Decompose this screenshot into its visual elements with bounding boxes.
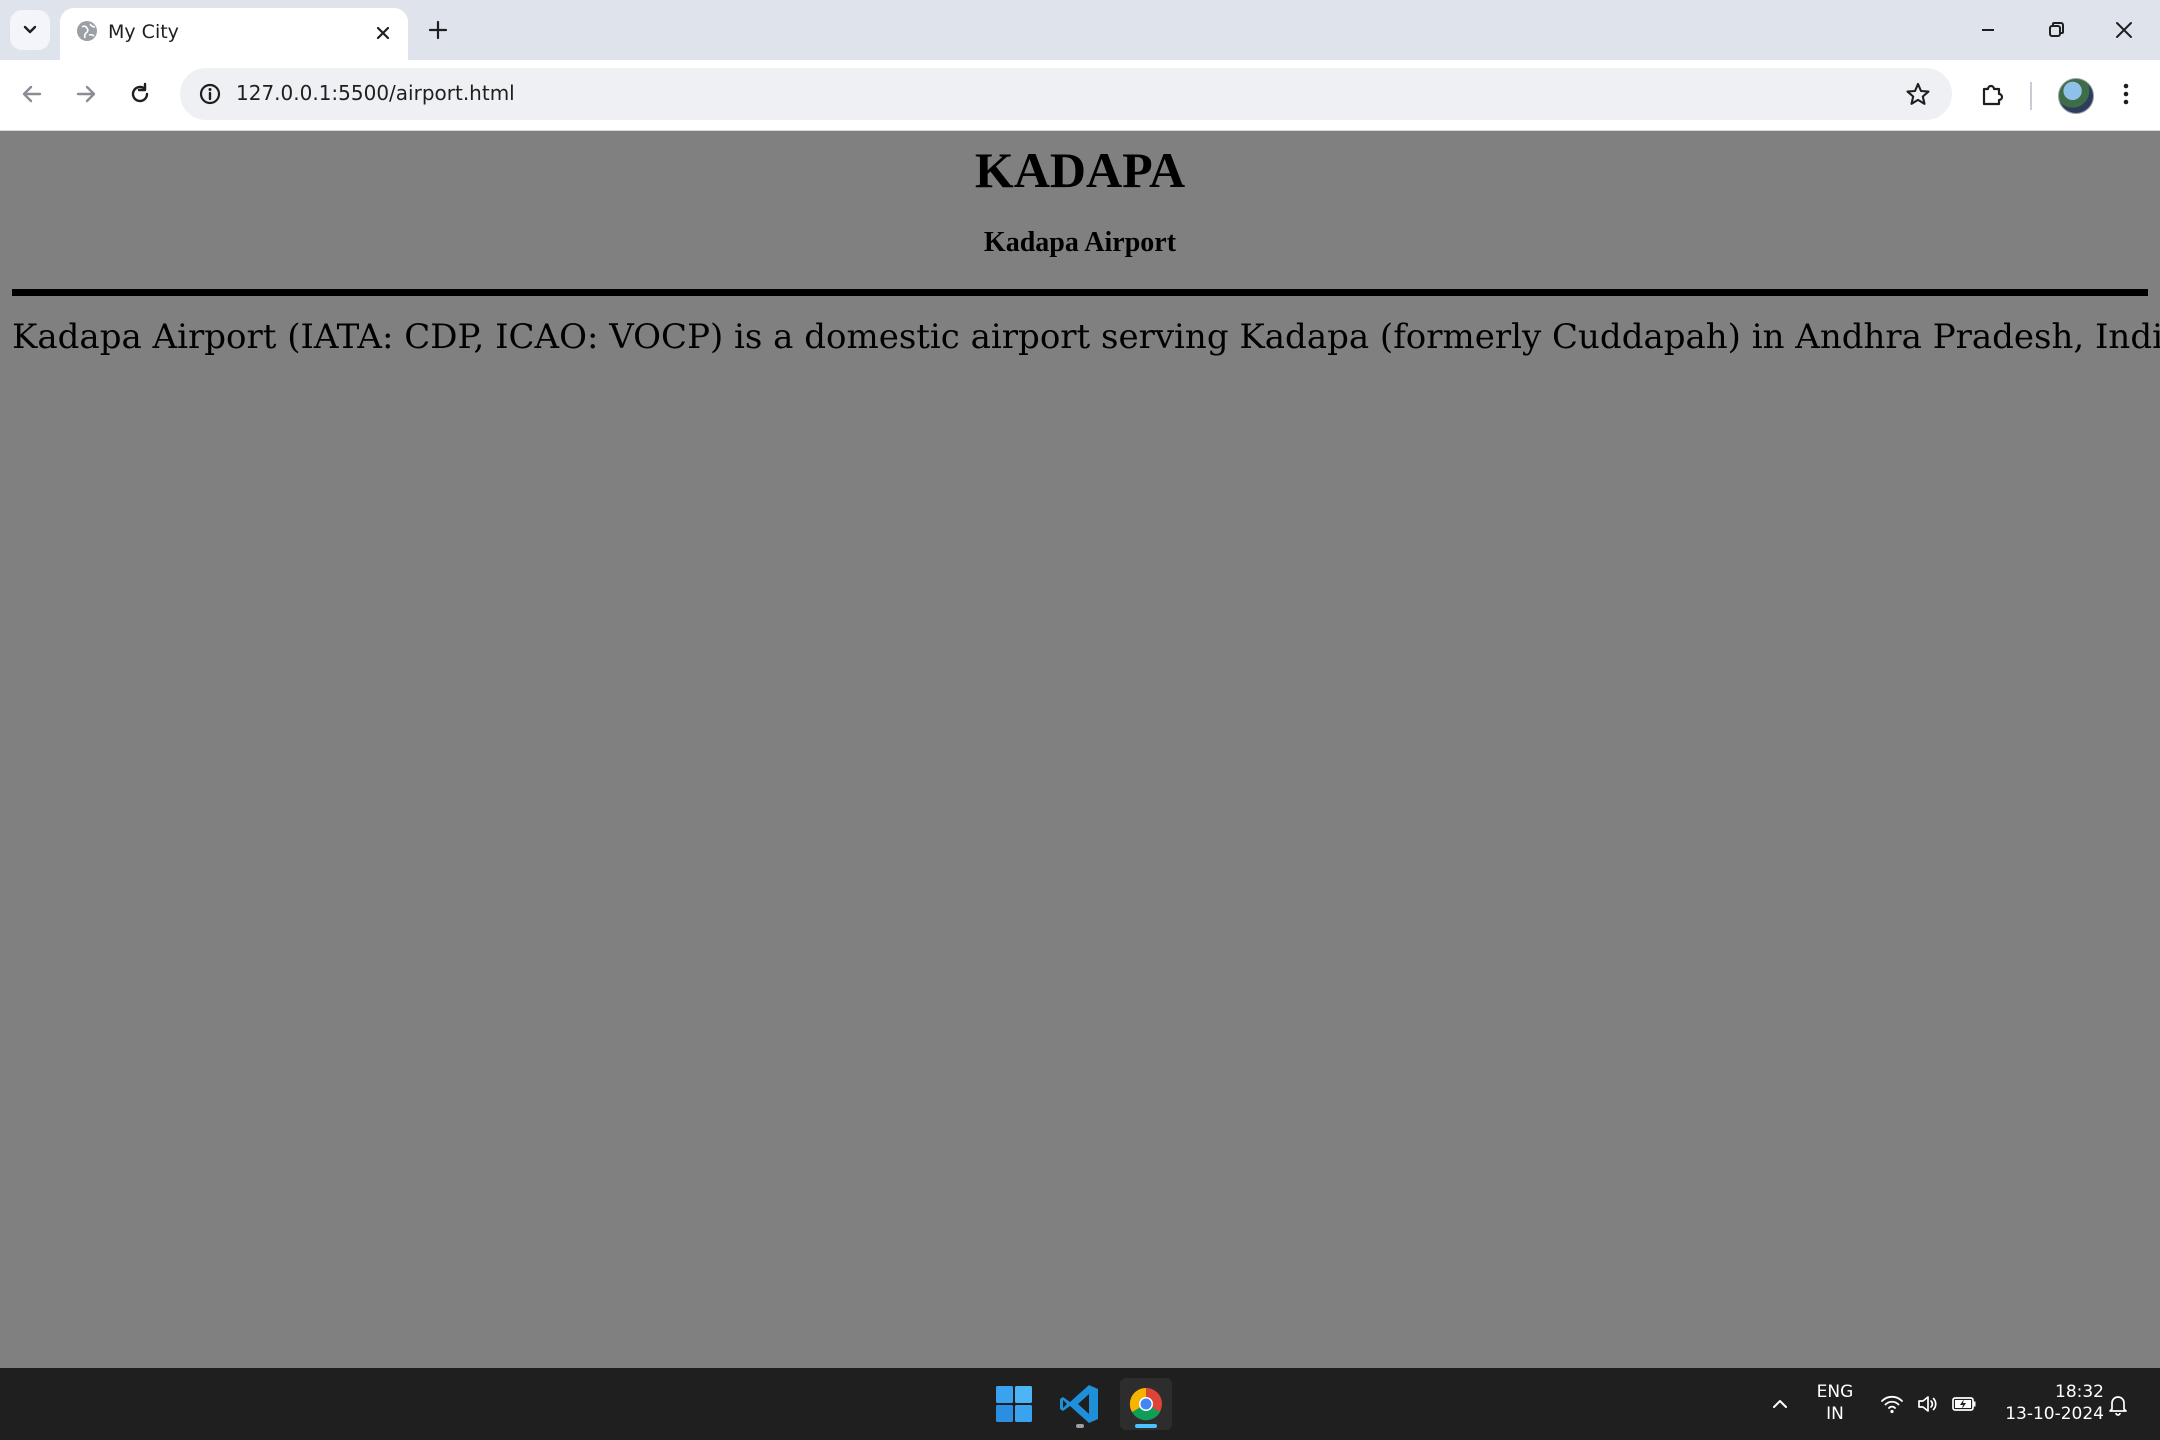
avatar[interactable] — [2058, 78, 2094, 114]
restore-icon[interactable] — [2040, 14, 2072, 46]
browser-toolbar: 127.0.0.1:5500/airport.html — [0, 60, 2160, 131]
page-title: KADAPA — [974, 142, 1186, 198]
close-icon[interactable] — [370, 20, 396, 46]
language-indicator[interactable]: ENG IN — [1808, 1381, 1862, 1425]
plus-icon[interactable] — [424, 16, 452, 44]
tab-title: My City — [108, 21, 179, 43]
arrow-right-icon[interactable] — [70, 78, 102, 110]
web-page: KADAPA Kadapa Airport Kadapa Airport (IA… — [0, 131, 2160, 1368]
minimize-icon[interactable] — [1972, 14, 2004, 46]
start-button[interactable] — [988, 1378, 1040, 1430]
app-active-indicator — [1135, 1424, 1157, 1428]
close-icon[interactable] — [2108, 14, 2140, 46]
page-paragraph: Kadapa Airport (IATA: CDP, ICAO: VOCP) i… — [12, 317, 2160, 357]
info-icon[interactable] — [194, 78, 226, 110]
vscode-taskbar-button[interactable] — [1054, 1378, 1106, 1430]
puzzle-icon[interactable] — [1976, 78, 2008, 110]
tab-search-button[interactable] — [10, 10, 50, 50]
url-text[interactable]: 127.0.0.1:5500/airport.html — [236, 81, 515, 105]
browser-tab[interactable]: My City — [60, 8, 408, 60]
page-subtitle: Kadapa Airport — [983, 227, 1177, 258]
toolbar-divider — [2030, 82, 2032, 110]
reload-icon[interactable] — [124, 78, 156, 110]
horizontal-rule — [12, 289, 2148, 296]
kebab-menu-icon[interactable] — [2110, 78, 2142, 110]
star-icon[interactable] — [1902, 78, 1934, 110]
address-bar[interactable]: 127.0.0.1:5500/airport.html — [180, 68, 1952, 120]
chevron-down-icon — [23, 25, 37, 34]
vscode-icon — [1060, 1385, 1098, 1423]
clock-date: 13-10-2024 — [2005, 1404, 2104, 1424]
region-code: IN — [1826, 1404, 1844, 1424]
chrome-icon — [1129, 1387, 1162, 1421]
volume-icon[interactable] — [1914, 1390, 1942, 1418]
clock[interactable]: 18:32 13-10-2024 — [1994, 1381, 2104, 1425]
windows-start-icon — [996, 1386, 1032, 1422]
chrome-taskbar-button[interactable] — [1120, 1378, 1172, 1430]
bell-icon[interactable] — [2104, 1390, 2132, 1418]
arrow-left-icon[interactable] — [16, 78, 48, 110]
globe-icon — [77, 21, 97, 41]
clock-time: 18:32 — [2055, 1382, 2104, 1402]
app-running-indicator — [1076, 1424, 1084, 1428]
language-code: ENG — [1816, 1382, 1854, 1402]
wifi-icon[interactable] — [1878, 1390, 1906, 1418]
browser-tab-strip: My City — [0, 0, 2160, 60]
chevron-up-icon[interactable] — [1766, 1390, 1794, 1418]
windows-taskbar: ENG IN 18:32 13-10-2024 — [0, 1368, 2160, 1440]
battery-charging-icon[interactable] — [1950, 1390, 1978, 1418]
